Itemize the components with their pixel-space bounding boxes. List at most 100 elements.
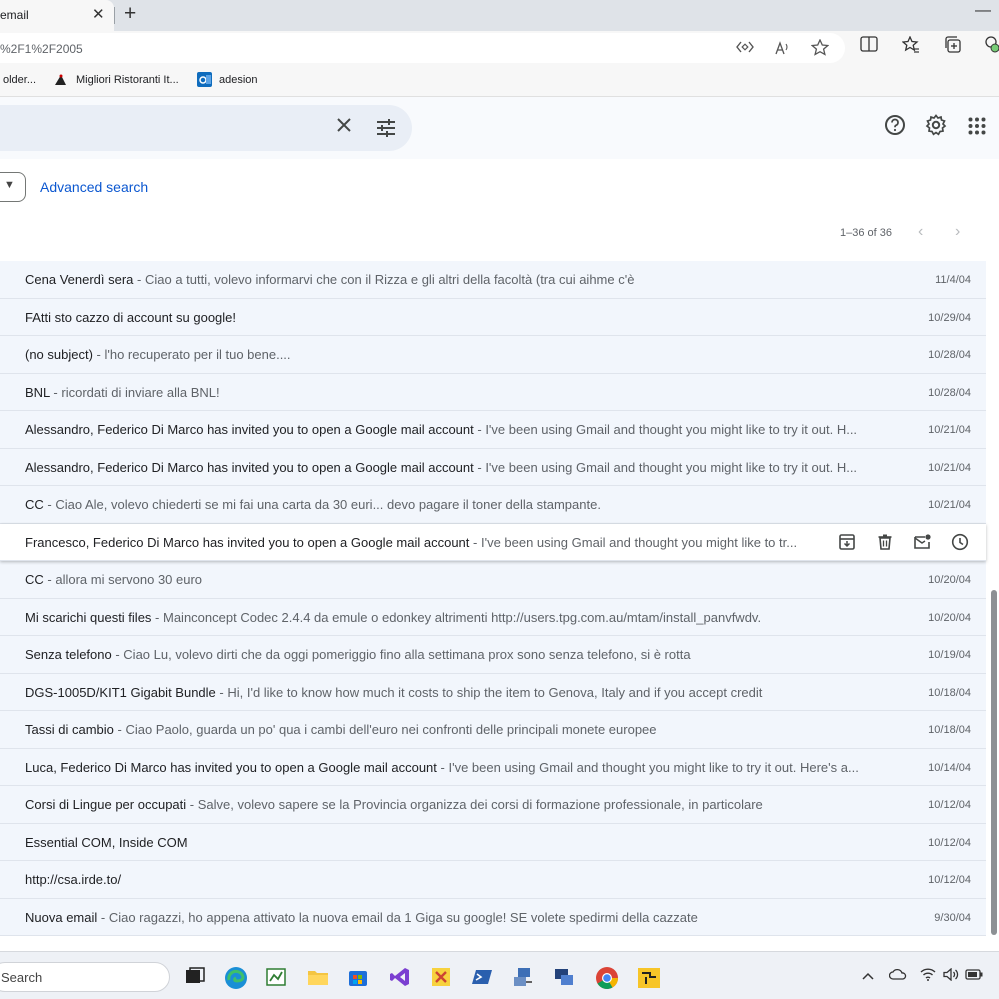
advanced-search-link[interactable]: Advanced search: [40, 179, 148, 195]
search-input[interactable]: [0, 105, 412, 151]
store-icon[interactable]: [347, 966, 369, 988]
onedrive-icon[interactable]: [888, 968, 907, 983]
mail-row[interactable]: Alessandro, Federico Di Marco has invite…: [0, 411, 986, 449]
mail-row-text: Alessandro, Federico Di Marco has invite…: [25, 460, 885, 475]
window-minimize-icon[interactable]: —: [975, 2, 991, 20]
mail-separator: -: [43, 497, 56, 512]
mail-row-text: Essential COM, Inside COM: [25, 835, 885, 850]
snooze-icon[interactable]: [951, 533, 971, 553]
clear-search-icon[interactable]: [335, 114, 353, 140]
scrollbar-thumb[interactable]: [991, 590, 997, 935]
mail-subject: Cena Venerdì sera: [25, 272, 134, 287]
mail-separator: -: [186, 797, 198, 812]
read-aloud-icon[interactable]: [775, 41, 791, 58]
mail-row-text: Alessandro, Federico Di Marco has invite…: [25, 422, 885, 437]
mail-date: 10/21/04: [928, 461, 971, 474]
mail-date: 10/18/04: [928, 724, 971, 736]
mail-row[interactable]: DGS-1005D/KIT1 Gigabit Bundle - Hi, I'd …: [0, 673, 986, 711]
mail-snippet: Ciao a tutti, volevo informarvi che con …: [144, 272, 635, 287]
mail-row[interactable]: Mi scarichi questi files - Mainconcept C…: [0, 598, 986, 636]
tools-app-icon[interactable]: [430, 966, 452, 988]
visual-studio-icon[interactable]: [389, 966, 411, 988]
mail-row-text: Luca, Federico Di Marco has invited you …: [25, 760, 885, 775]
chevron-right-icon[interactable]: ›: [955, 223, 960, 241]
mail-row-text: Mi scarichi questi files - Mainconcept C…: [25, 610, 885, 625]
mail-row[interactable]: Nuova email - Ciao ragazzi, ho appena at…: [0, 898, 986, 936]
new-tab-icon[interactable]: +: [124, 2, 136, 26]
mail-row[interactable]: Essential COM, Inside COM 10/12/04: [0, 823, 986, 861]
chevron-down-icon: ▼: [4, 179, 15, 191]
mail-separator: -: [43, 572, 56, 587]
mail-separator: -: [469, 534, 481, 550]
mail-row-text: Francesco, Federico Di Marco has invited…: [25, 535, 820, 550]
extensions-icon[interactable]: [985, 36, 999, 58]
remote-desktop-icon[interactable]: [553, 966, 575, 988]
volume-icon[interactable]: [943, 967, 959, 984]
mail-row[interactable]: Alessandro, Federico Di Marco has invite…: [0, 448, 986, 486]
edge-browser-icon[interactable]: [224, 966, 247, 989]
mail-date: 9/30/04: [934, 911, 971, 924]
tab-title: email: [0, 8, 29, 22]
mail-date: 10/12/04: [928, 836, 971, 849]
split-screen-icon[interactable]: [860, 36, 878, 57]
bookmark-older[interactable]: older...: [3, 74, 36, 86]
taskbar-search[interactable]: Search: [0, 962, 170, 992]
mail-row[interactable]: FAtti sto cazzo di account su google! 10/…: [0, 298, 986, 336]
battery-icon[interactable]: [965, 968, 983, 983]
spreadsheet-app-icon[interactable]: [265, 966, 287, 988]
mail-row[interactable]: Luca, Federico Di Marco has invited you …: [0, 748, 986, 786]
mail-separator: -: [473, 459, 486, 475]
favorite-star-icon[interactable]: [810, 38, 830, 60]
mail-row[interactable]: Francesco, Federico Di Marco has invited…: [0, 523, 986, 561]
mail-separator: -: [151, 609, 163, 625]
mail-row[interactable]: (no subject) - l'ho recuperato per il tu…: [0, 336, 986, 374]
app-available-icon[interactable]: [736, 39, 754, 59]
mail-date: 10/21/04: [928, 424, 971, 436]
filter-dropdown[interactable]: ▼: [0, 172, 26, 202]
mail-subject: Alessandro, Federico Di Marco has invite…: [25, 459, 474, 475]
mail-row-text: (no subject) - l'ho recuperato per il tu…: [25, 347, 885, 362]
delete-icon[interactable]: [876, 533, 896, 553]
browser-tab[interactable]: email ✕: [0, 0, 114, 31]
chevron-left-icon[interactable]: ‹: [918, 223, 923, 241]
search-options-icon[interactable]: [375, 118, 397, 138]
bookmark-adesion[interactable]: adesion: [219, 74, 258, 86]
mail-snippet: I've been using Gmail and thought you mi…: [485, 459, 858, 475]
google-apps-icon[interactable]: [968, 117, 986, 140]
browser-toolbar: %2F1%2F2005: [0, 31, 999, 65]
mail-subject: DGS-1005D/KIT1 Gigabit Bundle: [25, 684, 216, 700]
address-bar[interactable]: %2F1%2F2005: [0, 33, 845, 63]
mail-date: 10/14/04: [928, 761, 971, 774]
mail-row[interactable]: CC - allora mi servono 30 euro 10/20/04: [0, 561, 986, 599]
mark-unread-icon[interactable]: [913, 533, 933, 553]
wifi-icon[interactable]: [920, 968, 936, 984]
collections-icon[interactable]: [944, 36, 962, 58]
mail-separator: -: [97, 909, 109, 925]
mail-snippet: I've been using Gmail and thought you mi…: [448, 759, 859, 775]
chevron-up-icon[interactable]: [862, 968, 874, 983]
mail-row[interactable]: Cena Venerdì sera - Ciao a tutti, volevo…: [0, 261, 986, 299]
sticky-app-icon[interactable]: [637, 966, 660, 988]
mail-row[interactable]: CC - Ciao Ale, volevo chiederti se mi fa…: [0, 486, 986, 524]
mail-row[interactable]: Senza telefono - Ciao Lu, volevo dirti c…: [0, 636, 986, 674]
mail-subject: Nuova email: [25, 909, 98, 925]
taskbar-search-label: Search: [1, 970, 43, 985]
network-app-icon[interactable]: [512, 966, 534, 988]
mail-row[interactable]: BNL - ricordati di inviare alla BNL! 10/2…: [0, 373, 986, 411]
help-icon[interactable]: [884, 114, 906, 141]
mail-date: 10/18/04: [928, 686, 971, 699]
mail-subject: Mi scarichi questi files: [25, 609, 152, 625]
mail-row[interactable]: http://csa.irde.to/10/12/04: [0, 861, 986, 899]
mail-row[interactable]: Corsi di Lingue per occupati - Salve, vo…: [0, 786, 986, 824]
settings-gear-icon[interactable]: [925, 114, 947, 141]
file-explorer-icon[interactable]: [306, 966, 328, 988]
mail-snippet: allora mi servono 30 euro: [55, 572, 203, 587]
favorites-icon[interactable]: [901, 35, 920, 58]
task-view-icon[interactable]: [184, 966, 206, 988]
chrome-icon[interactable]: [595, 966, 618, 989]
tab-close-icon[interactable]: ✕: [92, 5, 105, 23]
powershell-icon[interactable]: [471, 966, 493, 988]
bookmark-migliori-ristoranti[interactable]: Migliori Ristoranti It...: [76, 74, 179, 86]
mail-row[interactable]: Tassi di cambio - Ciao Paolo, guarda un …: [0, 711, 986, 749]
archive-icon[interactable]: [838, 533, 858, 553]
